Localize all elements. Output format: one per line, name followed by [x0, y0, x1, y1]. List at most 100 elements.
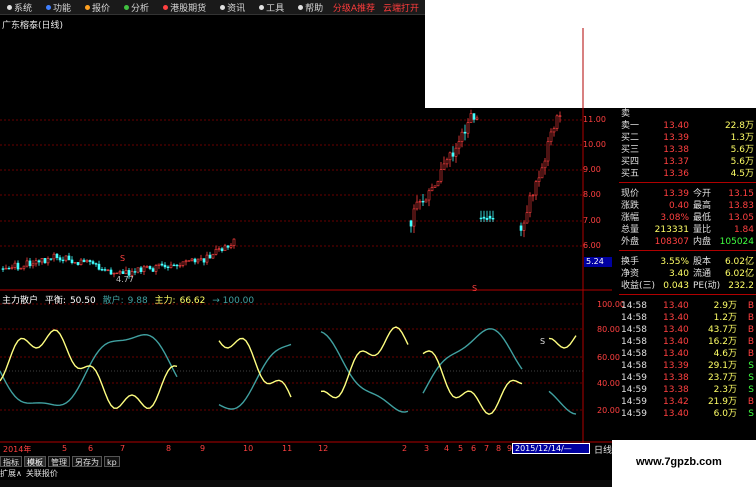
related-quote-button[interactable]: 关联报价	[26, 468, 58, 479]
tools-icon	[259, 4, 265, 10]
quote-separator	[619, 294, 756, 295]
candle-body	[67, 255, 71, 261]
candle-body	[525, 212, 529, 224]
candle-body	[169, 264, 173, 268]
trade-row: 14:58 13.40 43.7万 B	[619, 324, 756, 336]
analysis-icon	[124, 4, 130, 10]
main-label: 主力:	[154, 296, 176, 306]
trade-cell-v: 21.9万	[707, 397, 737, 407]
trade-cell-d: B	[747, 301, 754, 311]
chart-area[interactable]: 4.77 S S S	[0, 28, 612, 444]
candle-body	[211, 253, 215, 259]
candle-body	[103, 269, 107, 271]
candle-body	[418, 200, 422, 203]
trade-cell-p: 13.42	[663, 397, 689, 407]
menu-hk-futures[interactable]: 港股期货	[156, 1, 213, 14]
candle-body	[232, 238, 236, 246]
tab-kp[interactable]: kp	[104, 456, 120, 467]
candle-body	[4, 267, 8, 270]
quote-row-outer: 外盘 108307 内盘 105024	[621, 237, 754, 247]
candle-body	[94, 263, 98, 265]
candle-body	[151, 268, 155, 272]
expand-button[interactable]: 扩展∧	[0, 468, 22, 479]
trade-row: 14:59 13.38 2.3万 S	[619, 384, 756, 396]
extension-tabbar: 扩展∧ 关联报价	[0, 468, 58, 479]
candle-body	[519, 225, 523, 231]
menu-news[interactable]: 资讯	[213, 1, 252, 14]
candle-body	[412, 208, 416, 227]
candle-body	[64, 255, 68, 261]
trade-row: 14:58 13.39 29.1万 S	[619, 360, 756, 372]
candle-body	[226, 245, 230, 248]
price-axis-8: 8.00	[583, 190, 601, 199]
retail-label: 散户:	[102, 296, 124, 306]
candle-body	[100, 269, 104, 271]
news-icon	[220, 4, 226, 10]
menu-system[interactable]: 系统	[0, 1, 39, 14]
period-button[interactable]: 日线	[594, 443, 612, 456]
candle-body	[460, 131, 464, 142]
function-icon	[46, 4, 52, 10]
candle-body	[97, 263, 101, 270]
trade-row: 14:58 13.40 1.2万 B	[619, 312, 756, 324]
candle-body	[205, 254, 209, 263]
trade-cell-p: 13.38	[663, 385, 689, 395]
candle-body	[549, 131, 553, 143]
trade-cell-d: S	[748, 373, 754, 383]
candle-body	[454, 147, 458, 157]
quote-row-top: 卖	[621, 109, 631, 119]
menu-tools[interactable]: 工具	[252, 1, 291, 14]
candle-body	[522, 222, 526, 231]
ind-axis-40: 40.00	[597, 379, 620, 388]
candle-body	[220, 248, 224, 252]
tab-save-as[interactable]: 另存为	[72, 456, 102, 467]
indicator-name[interactable]: 主力散户	[2, 296, 38, 306]
candle-body	[181, 261, 185, 266]
quote-row-buy5: 买五 13.36 4.5万	[621, 169, 754, 179]
candle-body	[534, 181, 538, 196]
candle-body	[115, 272, 119, 275]
candle-body	[163, 264, 167, 268]
candle-body	[546, 141, 550, 162]
candle-body	[61, 259, 65, 262]
candle-body	[52, 253, 56, 260]
candle-body	[175, 264, 179, 267]
candle-body	[7, 267, 11, 270]
candle-body	[16, 262, 20, 270]
trade-cell-t: 14:58	[621, 301, 647, 311]
candle-body	[178, 265, 182, 267]
trade-cell-p: 13.40	[663, 313, 689, 323]
candle-body	[34, 260, 38, 265]
watermark: www.7gpzb.com	[636, 456, 722, 468]
cloud-open-link[interactable]: 云端打开	[383, 1, 419, 14]
menu-function[interactable]: 功能	[39, 1, 78, 14]
candle-body	[433, 185, 437, 188]
tab-indicator[interactable]: 指标	[0, 456, 22, 467]
month-label: 2	[402, 444, 408, 453]
tab-template[interactable]: 模板	[24, 456, 46, 467]
price-grid	[0, 119, 583, 247]
grade-a-link[interactable]: 分级A推荐	[333, 1, 375, 14]
candle-body	[463, 131, 467, 134]
candle-body	[133, 271, 137, 273]
candle-body	[172, 264, 176, 267]
month-label: 7	[484, 444, 490, 453]
quote-icon	[85, 4, 91, 10]
candle-body	[415, 201, 419, 210]
trade-cell-v: 16.2万	[707, 337, 737, 347]
candle-body	[82, 259, 86, 263]
trade-cell-t: 14:58	[621, 313, 647, 323]
menu-analysis[interactable]: 分析	[117, 1, 156, 14]
tab-manage[interactable]: 管理	[48, 456, 70, 467]
candle-body	[28, 260, 32, 267]
candle-body	[76, 262, 80, 265]
menu-help[interactable]: 帮助	[291, 1, 330, 14]
candle-body	[528, 195, 532, 213]
retail-line	[0, 328, 577, 415]
menu-quote[interactable]: 报价	[78, 1, 117, 14]
ind-axis-80: 80.00	[597, 325, 620, 334]
candle-body	[31, 263, 35, 267]
candle-body	[223, 245, 227, 252]
current-price-tag: 5.24	[584, 257, 612, 267]
trade-cell-d: B	[747, 313, 754, 323]
